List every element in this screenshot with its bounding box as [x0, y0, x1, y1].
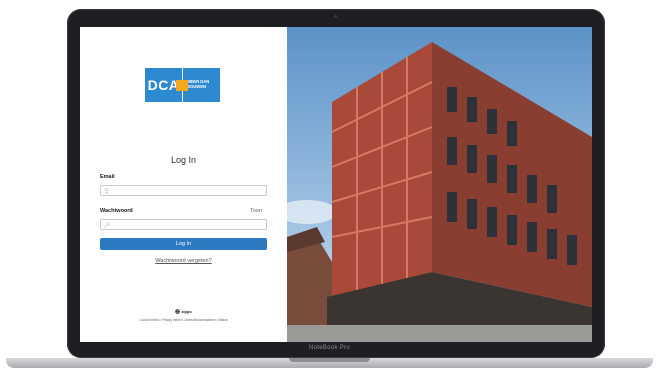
show-password-link[interactable]: Toon: [250, 208, 262, 214]
key-icon: [104, 222, 110, 228]
building-illustration: [287, 27, 592, 342]
logo-line2: BOUWEN: [187, 84, 207, 89]
footer-links[interactable]: Cookie beleid • Privacy beleid • Gebruik…: [80, 318, 287, 322]
dca-logo: DCA MEER DAN BOUWEN: [145, 68, 220, 102]
user-icon: [104, 188, 109, 194]
email-label: Email: [100, 174, 115, 180]
zippo-brand: zippo: [80, 309, 287, 315]
logo-orange-connector: [176, 80, 188, 91]
password-label: Wachtwoord: [100, 208, 133, 214]
login-button[interactable]: Log In: [100, 238, 267, 250]
zippo-logo-icon: [175, 309, 180, 315]
email-field[interactable]: [100, 185, 267, 196]
password-field[interactable]: [100, 219, 267, 230]
webcam-icon: [334, 15, 337, 18]
screen: DCA MEER DAN BOUWEN Log In Email Wachtwo…: [80, 27, 592, 342]
building-photo: [287, 27, 592, 342]
device-model-label: NoteBook Pro: [309, 345, 350, 351]
zippo-label: zippo: [181, 309, 192, 314]
page-title: Log In: [170, 155, 197, 165]
login-panel: DCA MEER DAN BOUWEN Log In Email Wachtwo…: [80, 27, 287, 342]
logo-right-block: MEER DAN BOUWEN: [183, 68, 220, 102]
forgot-password-link[interactable]: Wachtwoord vergeten?: [80, 258, 287, 264]
laptop-base-notch: [289, 358, 370, 362]
